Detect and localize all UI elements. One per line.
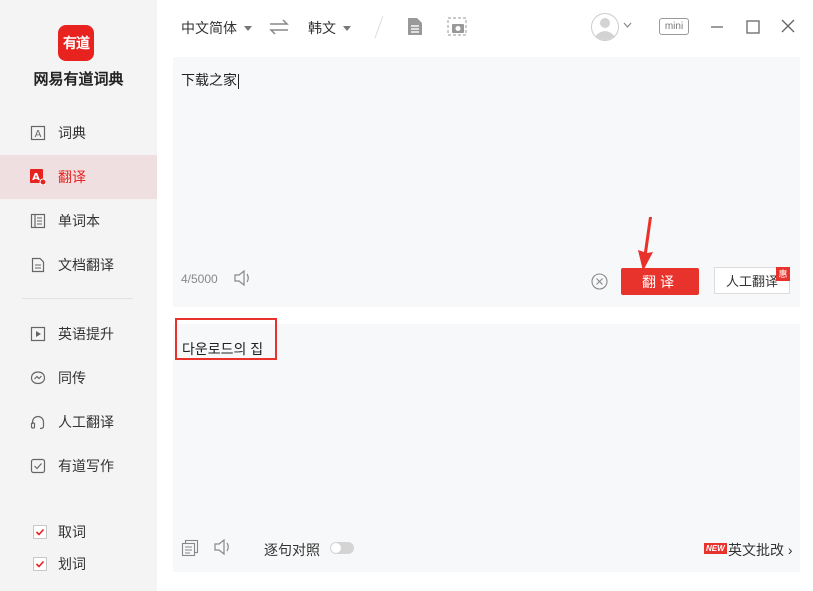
chevron-down-icon[interactable] <box>623 22 632 29</box>
select-word-checkbox[interactable]: 划词 <box>0 552 157 576</box>
app-logo: 有道 <box>58 25 94 61</box>
user-avatar-icon[interactable] <box>590 12 620 42</box>
sidebar-item-interpretation[interactable]: 同传 <box>0 356 157 400</box>
character-count: 4/5000 <box>181 272 218 286</box>
clear-icon[interactable] <box>591 273 608 290</box>
checkbox[interactable] <box>33 525 47 539</box>
capture-word-checkbox[interactable]: 取词 <box>0 520 157 544</box>
essay-correction-link[interactable]: 英文批改 › <box>728 540 793 560</box>
swap-language-icon[interactable] <box>268 18 290 36</box>
checkmark-icon <box>35 560 45 568</box>
sidebar-item-wordbook[interactable]: 单词本 <box>0 199 157 243</box>
minimize-icon[interactable] <box>710 20 724 34</box>
chevron-down-icon <box>244 25 252 31</box>
headset-icon <box>30 415 45 430</box>
svg-text:A: A <box>35 129 42 140</box>
screenshot-translate-icon[interactable] <box>447 17 467 36</box>
mini-mode-button[interactable]: mini <box>659 18 689 35</box>
maximize-icon[interactable] <box>746 20 760 34</box>
interpretation-icon <box>30 371 46 385</box>
play-icon <box>30 326 46 342</box>
checkmark-icon <box>35 528 45 536</box>
sidebar-item-writing[interactable]: 有道写作 <box>0 444 157 488</box>
chevron-down-icon <box>343 25 351 31</box>
speaker-icon[interactable] <box>213 538 233 556</box>
copy-icon[interactable] <box>181 539 199 557</box>
writing-icon <box>30 458 46 474</box>
sidebar-item-dictionary[interactable]: A 词典 <box>0 111 157 155</box>
translation-result: 다운로드의 집 <box>182 341 264 357</box>
dictionary-icon: A <box>30 125 46 141</box>
sidebar-divider <box>22 298 133 299</box>
speaker-icon[interactable] <box>233 269 253 287</box>
source-input-panel[interactable]: 下载之家 4/5000 翻译 人工翻译 惠 <box>173 57 800 307</box>
app-name: 网易有道词典 <box>33 71 124 88</box>
document-translate-icon[interactable] <box>407 17 423 36</box>
sidebar-item-english-improve[interactable]: 英语提升 <box>0 312 157 356</box>
wordbook-icon <box>30 213 46 229</box>
new-badge: NEW <box>704 543 727 554</box>
sidebar-item-translate[interactable]: A 翻译 <box>0 155 157 199</box>
checkbox[interactable] <box>33 557 47 571</box>
sentence-compare-label: 逐句对照 <box>264 542 320 558</box>
source-language-select[interactable]: 中文简体 <box>181 18 252 38</box>
sentence-compare-toggle[interactable] <box>330 542 354 554</box>
red-arrow-annotation <box>638 217 653 271</box>
sidebar-item-human-translate[interactable]: 人工翻译 <box>0 400 157 444</box>
source-text-input[interactable]: 下载之家 <box>181 70 239 90</box>
close-icon[interactable] <box>781 19 795 33</box>
toggle-knob <box>331 543 341 553</box>
sidebar-item-document-translate[interactable]: 文档翻译 <box>0 243 157 287</box>
document-icon <box>31 257 45 273</box>
translate-icon: A <box>30 169 46 185</box>
result-panel: 다운로드의 집 逐句对照 NEW 英文批改 › <box>173 318 800 572</box>
discount-badge: 惠 <box>776 267 790 281</box>
text-cursor <box>238 73 239 89</box>
human-translate-button[interactable]: 人工翻译 惠 <box>714 267 790 294</box>
top-toolbar: 中文简体 韩文 mini <box>157 0 813 55</box>
toolbar-separator <box>374 15 384 39</box>
sidebar: 有道 网易有道词典 A 词典 A 翻译 单词本 文档翻译 英语提升 同传 人工翻… <box>0 0 157 591</box>
svg-text:A: A <box>32 172 40 183</box>
target-language-select[interactable]: 韩文 <box>308 18 351 38</box>
